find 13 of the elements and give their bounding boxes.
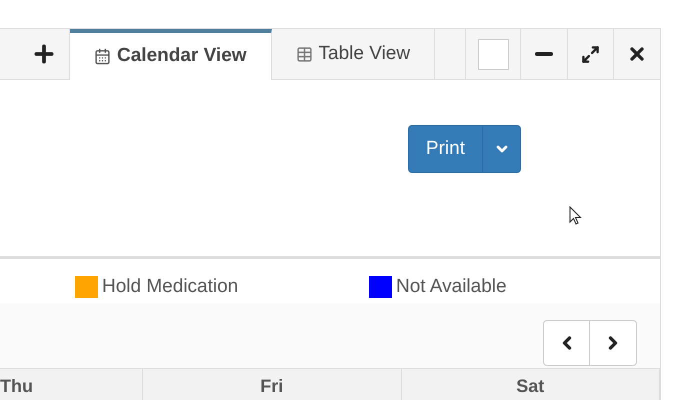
square-icon [478,38,508,70]
table-icon [296,46,313,62]
calendar-icon [94,48,111,65]
day-header: Thu [0,369,143,400]
tab[interactable]: Calendar View [70,29,272,80]
legend-label: Not Available [396,274,507,298]
minus-icon [535,52,553,56]
day-header: Sat [402,369,660,400]
diagonal-arrows-icon [581,44,600,64]
legend-label: Hold Medication [102,274,238,298]
tab[interactable]: Table View [272,29,436,79]
day-header: Fri [143,369,402,400]
mouse-pointer-icon [569,206,582,225]
